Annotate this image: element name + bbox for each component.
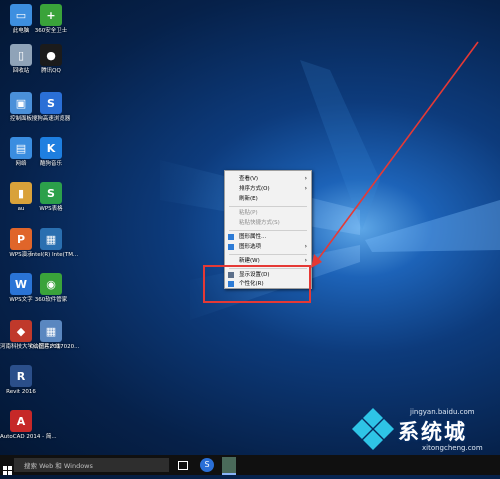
desktop-icon[interactable]: A AutoCAD 2014 - 简...: [0, 410, 57, 441]
graphics-icon: [228, 244, 234, 250]
desktop-icon-label: 腾讯QQ: [41, 68, 61, 74]
app-icon: ●: [40, 44, 62, 66]
desktop-icon-label: 360软件管家: [34, 297, 68, 303]
menu-item-sort-by[interactable]: 排序方式(O) ›: [225, 184, 311, 194]
desktop-icon-label: 搜狗高速浏览器: [31, 116, 71, 122]
desktop-icon[interactable]: ● 腾讯QQ: [36, 44, 66, 75]
watermark-site-upper: jingyan.baidu.com: [410, 408, 475, 416]
desktop-icon[interactable]: ◉ 360软件管家: [35, 273, 67, 304]
menu-item-view[interactable]: 查看(V) ›: [225, 174, 311, 184]
windows-logo-icon: [3, 466, 12, 475]
personalize-icon: [228, 281, 234, 287]
desktop-icon-label: Revit 2016: [6, 389, 36, 395]
menu-item-personalize[interactable]: 个性化(R): [225, 279, 311, 289]
taskbar: 搜索 Web 和 Windows S: [0, 455, 500, 475]
app-icon: W: [10, 273, 32, 295]
menu-item-new[interactable]: 新建(W) ›: [225, 256, 311, 266]
app-icon: ◉: [40, 273, 62, 295]
graphics-icon: [228, 234, 234, 240]
app-icon: ▣: [10, 92, 32, 114]
desktop-icon[interactable]: ▦ Intel(R) Inte(TM...: [30, 228, 78, 259]
menu-item-graphics-properties[interactable]: 图形属性...: [225, 232, 311, 242]
app-icon: P: [10, 228, 32, 250]
app-icon: ◆: [10, 320, 32, 342]
watermark-logo-icon: [352, 408, 394, 450]
desktop-context-menu: 查看(V) › 排序方式(O) › 刷新(E) 粘贴(P) 粘贴快捷方式(S) 图形…: [224, 170, 312, 289]
desktop-icon[interactable]: R Revit 2016: [6, 365, 36, 396]
desktop-icon[interactable]: S WPS表格: [36, 182, 66, 213]
desktop-icon-label: 360安全卫士: [34, 28, 68, 34]
menu-item-refresh[interactable]: 刷新(E): [225, 194, 311, 204]
app-icon: S: [40, 182, 62, 204]
desktop-icon[interactable]: +360安全卫士: [35, 4, 67, 35]
task-view-button[interactable]: [178, 461, 188, 470]
desktop-icon[interactable]: ▦ QQ图片2017020...: [30, 320, 79, 351]
start-button[interactable]: [3, 460, 12, 475]
menu-item-paste-shortcut[interactable]: 粘贴快捷方式(S): [225, 218, 311, 228]
app-icon: ▯: [10, 44, 32, 66]
watermark-brand: 系统城: [398, 420, 467, 444]
watermark-site-lower: xitongcheng.com: [422, 444, 483, 452]
menu-item-graphics-options[interactable]: 图形选项 ›: [225, 242, 311, 252]
app-icon: ▤: [10, 137, 32, 159]
app-icon: ▦: [40, 320, 62, 342]
desktop-icon[interactable]: S 搜狗高速浏览器: [32, 92, 70, 123]
desktop-icon-label: 酷狗音乐: [39, 161, 62, 167]
annotation-arrow: [315, 41, 479, 263]
desktop-icon-label: AutoCAD 2014 - 简...: [0, 434, 57, 440]
app-icon: +: [40, 4, 62, 26]
app-icon: ▦: [40, 228, 62, 250]
app-icon: K: [40, 137, 62, 159]
search-box[interactable]: 搜索 Web 和 Windows: [14, 458, 169, 472]
desktop-icon-label: QQ图片2017020...: [30, 344, 80, 350]
app-icon: R: [10, 365, 32, 387]
app-icon: ▮: [10, 182, 32, 204]
desktop-icon-label: Intel(R) Inte(TM...: [30, 252, 79, 258]
desktop-icon-label: WPS表格: [39, 206, 63, 212]
watermark: jingyan.baidu.com 系统城 xitongcheng.com: [352, 404, 500, 454]
app-icon: S: [40, 92, 62, 114]
app-icon: ▭: [10, 4, 32, 26]
app-icon: A: [10, 410, 32, 432]
menu-item-paste[interactable]: 粘贴(P): [225, 208, 311, 218]
taskbar-sogou-browser[interactable]: S: [200, 458, 214, 472]
desktop-icon[interactable]: K 酷狗音乐: [36, 137, 66, 168]
search-placeholder: 搜索 Web 和 Windows: [24, 462, 93, 470]
display-icon: [228, 272, 234, 278]
annotation-arrowhead: [311, 254, 322, 268]
taskbar-app-thumbnail[interactable]: [222, 457, 236, 475]
